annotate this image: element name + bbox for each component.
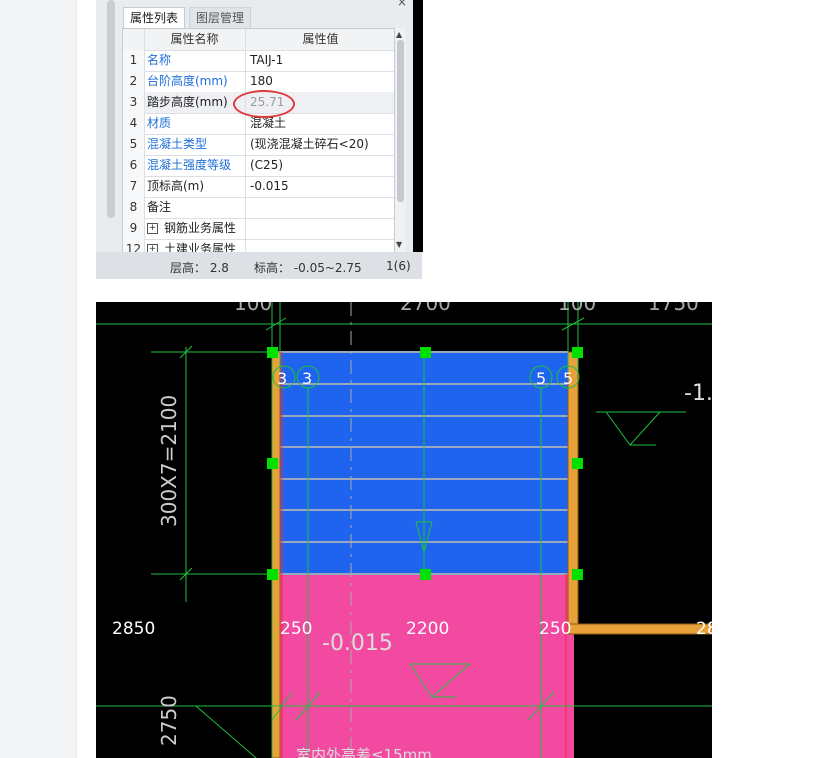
level-right: -1. [684,381,712,406]
dim-top-1750: 1750 [648,302,699,315]
table-row[interactable]: 6 混凝土强度等级 (C25) [123,155,394,177]
vertical-dim: 300X7=2100 [157,395,181,527]
close-icon[interactable]: × [397,0,407,9]
grid-header: 属性名称 属性值 [123,29,394,51]
property-value[interactable] [245,197,394,218]
dim-top-100-right: 100 [558,302,596,315]
dim-28: 28 [696,619,712,639]
dim-top-2700: 2700 [400,302,451,315]
dim-250-right: 250 [539,619,571,639]
property-group[interactable]: + 钢筋业务属性 [147,218,243,239]
property-value[interactable]: 180 [245,71,394,92]
table-row[interactable]: 5 混凝土类型 (现浇混凝土碎石<20) [123,134,394,156]
dim-2200: 2200 [406,619,449,639]
axis-label-3: 3 [302,369,312,388]
axis-label-5: 5 [563,369,573,388]
status-bar: 层高： 2.8 标高： -0.05~2.75 1(6) [96,252,422,279]
property-name: 混凝土类型 [147,137,208,151]
dim-2850: 2850 [112,619,155,639]
property-value [245,218,394,239]
gutter-divider [76,0,77,758]
dim-2750: 2750 [157,695,181,746]
drawing-note: 室内外高差≤15mm [296,746,432,758]
table-row[interactable]: 1 名称 TAIJ-1 [123,50,394,72]
property-name: 顶标高(m) [147,179,205,193]
expand-icon[interactable]: + [147,223,158,234]
scroll-up-icon[interactable]: ▲ [396,30,402,39]
property-value[interactable]: (现浇混凝土碎石<20) [245,134,394,155]
page-indicator: 1(6) [386,259,411,273]
axis-label-5: 5 [536,369,546,388]
property-name: 台阶高度(mm) [147,74,228,88]
property-name: 材质 [147,116,172,130]
stair-area [278,352,568,574]
property-name: 备注 [147,200,172,214]
property-name: 名称 [147,53,172,67]
scrollbar-thumb[interactable] [397,40,404,202]
header-property-value: 属性值 [245,29,394,50]
floor-height: 层高： 2.8 [170,261,229,275]
tab-property-list[interactable]: 属性列表 [123,7,186,29]
dim-top-100-left: 100 [234,302,272,315]
left-scrollbar[interactable] [107,0,115,218]
property-name: 踏步高度(mm) [147,95,228,109]
canvas-edge [413,0,423,252]
left-gutter [0,0,76,758]
level-left: -0.015 [322,631,393,656]
property-value[interactable]: -0.015 [245,176,394,197]
tab-layer-management[interactable]: 图层管理 [189,7,252,29]
elevation-range: 标高： -0.05~2.75 [254,261,362,275]
property-name: 混凝土强度等级 [147,158,232,172]
property-grid: 属性名称 属性值 1 名称 TAIJ-1 2 台阶高度(mm) 180 3 踏步… [122,28,395,254]
axis-label-3: 3 [277,369,287,388]
property-value[interactable]: (C25) [245,155,394,176]
scroll-down-icon[interactable]: ▼ [396,240,402,249]
header-property-name: 属性名称 [170,32,219,46]
property-value[interactable]: TAIJ-1 [245,50,394,71]
table-row[interactable]: 7 顶标高(m) -0.015 [123,176,394,198]
platform-area [278,574,574,758]
red-highlight-circle [233,90,295,118]
cad-canvas[interactable]: 100 2700 100 1750 3 3 5 5 300X7=2100 285… [96,302,712,758]
table-row[interactable]: 8 备注 [123,197,394,219]
table-row[interactable]: 9 + 钢筋业务属性 [123,218,394,240]
drawing-svg: 100 2700 100 1750 3 3 5 5 300X7=2100 285… [96,302,712,758]
dim-250-left: 250 [280,619,312,639]
